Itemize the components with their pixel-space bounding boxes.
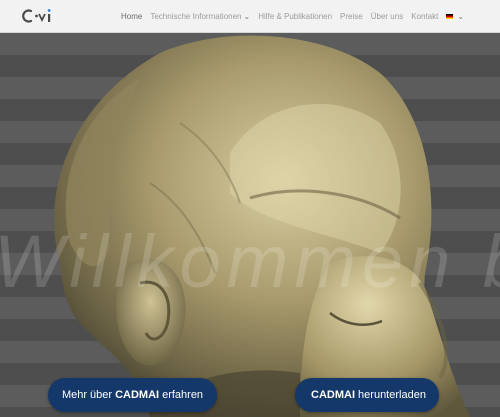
nav-technical-info-label: Technische Informationen [150, 12, 242, 21]
nav-about[interactable]: Über uns [371, 12, 403, 21]
nav-home[interactable]: Home [121, 12, 142, 21]
hero-section: Willkommen bei CADMAI Mehr über CADMAI e… [0, 33, 500, 417]
language-selector[interactable]: ⌄ [446, 12, 464, 21]
nav-pricing[interactable]: Preise [340, 12, 363, 21]
main-nav: Home Technische Informationen ⌄ Hilfe & P… [121, 0, 472, 33]
learn-more-button[interactable]: Mehr über CADMAI erfahren [48, 378, 217, 412]
nav-technical-info[interactable]: Technische Informationen ⌄ [150, 12, 250, 21]
hero-watermark-text: Willkommen bei CADMAI [0, 220, 500, 303]
learn-more-prefix: Mehr über [61, 389, 113, 401]
download-suffix: herunterladen [358, 389, 426, 401]
cadmai-logo[interactable] [22, 5, 54, 27]
nav-contact[interactable]: Kontakt [411, 12, 438, 21]
download-brand: CADMAI [311, 389, 356, 401]
german-flag-icon [446, 14, 454, 20]
learn-more-brand: CADMAI [115, 389, 160, 401]
chevron-down-icon: ⌄ [457, 12, 465, 21]
chevron-down-icon: ⌄ [243, 12, 251, 21]
learn-more-suffix: erfahren [162, 389, 204, 401]
nav-help-publications[interactable]: Hilfe & Publikationen [258, 12, 332, 21]
download-button[interactable]: CADMAI herunterladen [295, 378, 439, 412]
top-navbar: Home Technische Informationen ⌄ Hilfe & P… [0, 0, 500, 33]
